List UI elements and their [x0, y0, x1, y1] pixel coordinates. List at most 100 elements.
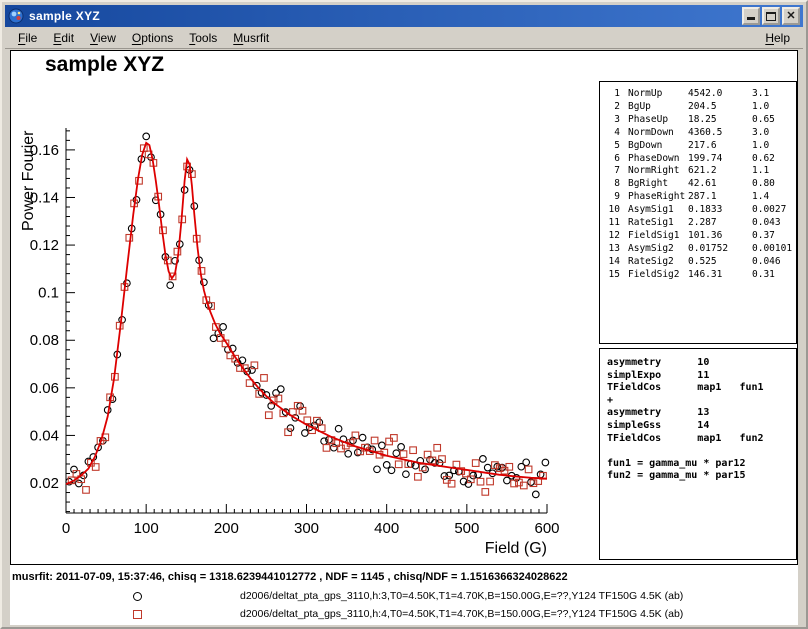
svg-text:Field (G): Field (G): [485, 540, 547, 557]
param-rows: 1NormUp4542.03.12BgUp204.51.03PhaseUp18.…: [605, 88, 796, 282]
app-icon: [8, 8, 24, 24]
menu-item-view[interactable]: View: [82, 28, 124, 48]
app-window: sample XYZ ✕ FileEditViewOptionsToolsMus…: [0, 0, 808, 629]
main-pad: 01002003004005006000.020.040.060.080.10.…: [10, 50, 798, 565]
param-no: 2: [605, 101, 620, 114]
svg-text:0.06: 0.06: [30, 380, 59, 397]
svg-text:100: 100: [134, 520, 159, 537]
minimize-button[interactable]: [742, 7, 760, 25]
svg-text:200: 200: [214, 520, 239, 537]
theory-lines: asymmetry 10simplExpo 11TFieldCos map1 f…: [607, 357, 796, 483]
param-name: NormDown: [628, 127, 688, 140]
theory-line: +: [607, 395, 796, 408]
svg-text:0.12: 0.12: [30, 237, 59, 254]
svg-text:600: 600: [534, 520, 559, 537]
param-row-normright: 7NormRight621.21.1: [605, 165, 796, 178]
param-row-ratesig1: 11RateSig12.2870.043: [605, 217, 796, 230]
menubar: FileEditViewOptionsToolsMusrfit Help: [5, 27, 803, 49]
menubar-right: Help: [757, 28, 798, 48]
svg-text:Power Fourier: Power Fourier: [20, 130, 37, 231]
param-err: 0.0027: [752, 204, 786, 217]
menu-item-musrfit[interactable]: Musrfit: [225, 28, 277, 48]
menu-item-help[interactable]: Help: [757, 28, 798, 48]
param-val: 4542.0: [688, 88, 752, 101]
param-err: 0.80: [752, 178, 775, 191]
param-row-bgdown: 5BgDown217.61.0: [605, 140, 796, 153]
param-no: 11: [605, 217, 620, 230]
param-val: 0.1833: [688, 204, 752, 217]
legend-label: d2006/deltat_pta_gps_3110,h:3,T0=4.50K,T…: [240, 590, 683, 602]
param-val: 621.2: [688, 165, 752, 178]
param-err: 0.37: [752, 230, 775, 243]
param-no: 15: [605, 269, 620, 282]
window-title: sample XYZ: [29, 9, 740, 23]
maximize-button[interactable]: [762, 7, 780, 25]
param-no: 10: [605, 204, 620, 217]
plot-svg[interactable]: 01002003004005006000.020.040.060.080.10.…: [11, 51, 581, 561]
menu-item-options[interactable]: Options: [124, 28, 181, 48]
menu-item-tools[interactable]: Tools: [181, 28, 225, 48]
param-no: 8: [605, 178, 620, 191]
menu-item-file[interactable]: File: [10, 28, 45, 48]
param-name: NormRight: [628, 165, 688, 178]
svg-text:0.02: 0.02: [30, 475, 59, 492]
param-row-phasedown: 6PhaseDown199.740.62: [605, 153, 796, 166]
svg-text:0: 0: [62, 520, 70, 537]
svg-text:300: 300: [294, 520, 319, 537]
pad-title: sample XYZ: [45, 53, 164, 77]
theory-box: asymmetry 10simplExpo 11TFieldCos map1 f…: [599, 348, 797, 560]
menubar-left: FileEditViewOptionsToolsMusrfit: [10, 28, 277, 48]
fit-status-line: musrfit: 2011-07-09, 15:37:46, chisq = 1…: [12, 571, 568, 583]
param-val: 42.61: [688, 178, 752, 191]
legend-label: d2006/deltat_pta_gps_3110,h:4,T0=4.50K,T…: [240, 608, 683, 620]
theory-line: fun2 = gamma_mu * par15: [607, 470, 796, 483]
parameter-box: 1NormUp4542.03.12BgUp204.51.03PhaseUp18.…: [599, 81, 797, 344]
param-row-ratesig2: 14RateSig20.5250.046: [605, 256, 796, 269]
theory-line: asymmetry 10: [607, 357, 796, 370]
param-name: RateSig1: [628, 217, 688, 230]
param-err: 1.1: [752, 165, 769, 178]
svg-text:0.1: 0.1: [38, 285, 59, 302]
param-val: 0.525: [688, 256, 752, 269]
param-name: FieldSig2: [628, 269, 688, 282]
menu-item-edit[interactable]: Edit: [45, 28, 82, 48]
param-name: BgUp: [628, 101, 688, 114]
param-name: NormUp: [628, 88, 688, 101]
theory-line: TFieldCos map1 fun2: [607, 433, 796, 446]
param-val: 199.74: [688, 153, 752, 166]
param-val: 101.36: [688, 230, 752, 243]
param-err: 1.0: [752, 140, 769, 153]
square-marker-icon: [133, 610, 142, 619]
param-err: 3.0: [752, 127, 769, 140]
param-err: 3.1: [752, 88, 769, 101]
titlebar[interactable]: sample XYZ ✕: [5, 5, 803, 27]
theory-line: TFieldCos map1 fun1: [607, 382, 796, 395]
param-name: PhaseRight: [628, 191, 688, 204]
svg-text:400: 400: [374, 520, 399, 537]
param-row-fieldsig2: 15FieldSig2146.310.31: [605, 269, 796, 282]
theory-line: [607, 445, 796, 458]
theory-line: simpleGss 14: [607, 420, 796, 433]
param-name: PhaseDown: [628, 153, 688, 166]
maximize-icon: [766, 12, 776, 21]
param-val: 217.6: [688, 140, 752, 153]
info-pad: musrfit: 2011-07-09, 15:37:46, chisq = 1…: [10, 565, 798, 625]
theory-line: asymmetry 13: [607, 407, 796, 420]
param-name: FieldSig1: [628, 230, 688, 243]
close-button[interactable]: ✕: [782, 7, 800, 25]
param-row-normdown: 4NormDown4360.53.0: [605, 127, 796, 140]
svg-text:0.04: 0.04: [30, 427, 59, 444]
param-row-bgup: 2BgUp204.51.0: [605, 101, 796, 114]
param-val: 0.01752: [688, 243, 752, 256]
minimize-icon: [747, 17, 755, 20]
param-val: 146.31: [688, 269, 752, 282]
param-err: 1.0: [752, 101, 769, 114]
param-no: 3: [605, 114, 620, 127]
legend-row: d2006/deltat_pta_gps_3110,h:3,T0=4.50K,T…: [10, 589, 798, 606]
svg-text:500: 500: [454, 520, 479, 537]
param-name: AsymSig1: [628, 204, 688, 217]
param-err: 0.00101: [752, 243, 792, 256]
param-name: PhaseUp: [628, 114, 688, 127]
param-val: 287.1: [688, 191, 752, 204]
circle-marker-icon: [133, 592, 142, 601]
